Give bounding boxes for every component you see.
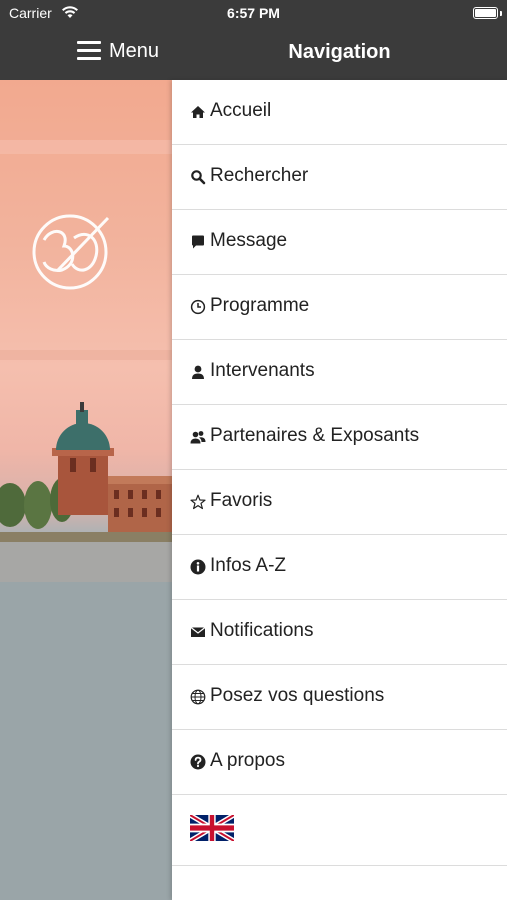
navigation-title: Navigation [288,41,391,63]
nav-item-label: Rechercher [210,165,309,186]
info-icon [190,559,206,575]
users-icon [190,431,206,444]
hamburger-icon[interactable] [77,41,101,61]
nav-item-label: Message [210,230,288,251]
question-icon [190,754,206,770]
nav-item-label: Partenaires & Exposants [210,425,420,446]
menu-button-label[interactable]: Menu [109,40,159,63]
status-bar: Carrier 6:57 PM [0,0,507,26]
clock-time: 6:57 PM [227,5,280,21]
nav-item-label: Accueil [210,100,272,121]
battery-icon [473,7,498,19]
nav-item-label: Programme [210,295,310,316]
nav-item-label: Intervenants [210,360,315,381]
nav-item-label: A propos [210,750,285,771]
uk-flag-icon[interactable] [190,815,234,841]
nav-item-intervenants[interactable]: Intervenants [172,340,507,405]
background-image [0,80,172,900]
navigation-menu: Accueil Rechercher Message Programme Int… [172,80,507,900]
message-icon [192,235,204,249]
nav-item-rechercher[interactable]: Rechercher [172,145,507,210]
nav-item-label: Favoris [210,490,273,511]
home-icon [191,106,205,118]
nav-item-infos[interactable]: Infos A-Z [172,535,507,600]
nav-item-partenaires[interactable]: Partenaires & Exposants [172,405,507,470]
nav-item-questions[interactable]: Posez vos questions [172,665,507,730]
battery-tip [500,11,502,16]
nav-item-label: Posez vos questions [210,685,385,706]
nav-item-label: Notifications [210,620,314,641]
nav-item-apropos[interactable]: A propos [172,730,507,795]
nav-item-message[interactable]: Message [172,210,507,275]
nav-item-label: Infos A-Z [210,555,287,576]
menu-header: Menu [0,26,172,80]
nav-item-favoris[interactable]: Favoris [172,470,507,535]
user-icon [192,365,204,379]
nav-item-programme[interactable]: Programme [172,275,507,340]
clock-icon [190,299,206,315]
envelope-icon [190,627,206,637]
star-icon [190,494,206,510]
nav-item-notifications[interactable]: Notifications [172,600,507,665]
navigation-header: Navigation [172,26,507,80]
language-selector[interactable] [172,795,507,866]
globe-icon [190,689,206,705]
search-icon [191,170,206,185]
cityscape-illustration [0,140,172,900]
nav-item-accueil[interactable]: Accueil [172,80,507,145]
event-logo-icon [32,214,110,290]
